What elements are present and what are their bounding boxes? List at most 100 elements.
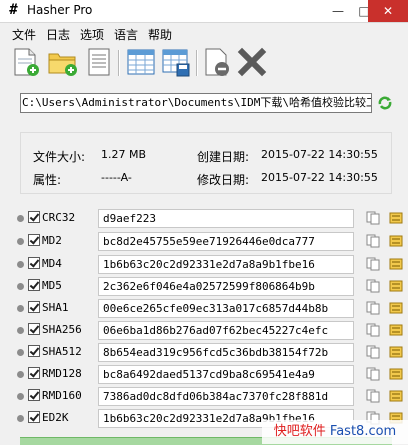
toolbar-separator: [196, 50, 198, 76]
window-title: Hasher Pro: [27, 3, 93, 17]
compare-button[interactable]: [389, 345, 403, 359]
algorithm-checkbox[interactable]: [28, 257, 40, 269]
file-path-field[interactable]: C:\Users\Administrator\Documents\IDM下载\哈…: [20, 93, 372, 113]
created-date-value: 2015-07-22 14:30:55: [261, 148, 378, 161]
menu-language[interactable]: 语言: [114, 26, 138, 43]
toolbar: [0, 44, 408, 82]
compare-button[interactable]: [389, 323, 403, 337]
copy-button[interactable]: [366, 279, 380, 293]
algorithm-checkbox[interactable]: [28, 211, 40, 223]
close-file-button[interactable]: [236, 46, 268, 78]
copy-icon: [366, 345, 380, 359]
compare-button[interactable]: [389, 211, 403, 225]
minimize-icon: —: [332, 4, 344, 18]
hash-value-field[interactable]: 2c362e6f046e4a02572599f806864b9b: [98, 277, 354, 296]
copy-button[interactable]: [366, 367, 380, 381]
compare-button[interactable]: [389, 257, 403, 271]
created-date-label: 创建日期:: [197, 150, 250, 164]
hash-row: SHA1 00e6ce265cfe09ec313a017c6857d44b8b: [14, 298, 408, 320]
save-table-icon: [162, 49, 190, 77]
algorithm-label: SHA256: [42, 323, 82, 336]
hash-value-field[interactable]: 8b654ead319c956fcd5c36bdb38154f72b: [98, 343, 354, 362]
modified-date-label: 修改日期:: [197, 173, 250, 187]
table-icon: [127, 49, 155, 75]
new-file-button[interactable]: [10, 46, 42, 78]
compare-icon: [389, 324, 403, 336]
refresh-button[interactable]: [377, 95, 393, 111]
status-dot: [17, 261, 24, 268]
document-button[interactable]: [83, 46, 115, 78]
compare-button[interactable]: [389, 301, 403, 315]
watermark: 快吧软件 Fast8.com: [262, 420, 408, 444]
status-dot: [17, 415, 24, 422]
algorithm-checkbox[interactable]: [28, 367, 40, 379]
compare-icon: [389, 346, 403, 358]
table-button[interactable]: [125, 46, 157, 78]
hash-row: SHA256 06e6ba1d86b276ad07f62bec45227c4efc: [14, 320, 408, 342]
remove-button[interactable]: [201, 46, 233, 78]
attributes-value: -----A-: [101, 171, 132, 184]
compare-button[interactable]: [389, 234, 403, 248]
hash-value-field[interactable]: 06e6ba1d86b276ad07f62bec45227c4efc: [98, 321, 354, 340]
hash-value-field[interactable]: bc8a6492daed5137cd9ba8c69541e4a9: [98, 365, 354, 384]
copy-button[interactable]: [366, 389, 380, 403]
algorithm-checkbox[interactable]: [28, 323, 40, 335]
menu-bar: 文件 日志 选项 语言 帮助: [0, 23, 408, 43]
hash-value-field[interactable]: bc8d2e45755e59ee71926446e0dca777: [98, 232, 354, 251]
copy-button[interactable]: [366, 211, 380, 225]
algorithm-label: MD5: [42, 279, 62, 292]
hash-row: SHA512 8b654ead319c956fcd5c36bdb38154f72b: [14, 342, 408, 364]
minimize-button[interactable]: —: [324, 0, 352, 22]
compare-icon: [389, 302, 403, 314]
status-dot: [17, 215, 24, 222]
copy-button[interactable]: [366, 301, 380, 315]
compare-button[interactable]: [389, 389, 403, 403]
copy-icon: [366, 279, 380, 293]
copy-button[interactable]: [366, 257, 380, 271]
hash-value-field[interactable]: d9aef223: [98, 209, 354, 228]
compare-icon: [389, 368, 403, 380]
algorithm-label: SHA1: [42, 301, 69, 314]
close-x-icon: [237, 47, 267, 77]
hash-value-field[interactable]: 7386ad0dc8dfd06b384ac7370fc28f881d: [98, 387, 354, 406]
menu-log[interactable]: 日志: [46, 26, 70, 43]
copy-icon: [366, 234, 380, 248]
title-bar: # Hasher Pro — □ ✕: [0, 0, 408, 23]
open-folder-button[interactable]: [47, 46, 79, 78]
compare-button[interactable]: [389, 367, 403, 381]
menu-help[interactable]: 帮助: [148, 26, 172, 43]
compare-button[interactable]: [389, 279, 403, 293]
size-label: 文件大小:: [33, 150, 86, 164]
copy-button[interactable]: [366, 323, 380, 337]
hash-row: MD4 1b6b63c20c2d92331e2d7a8a9b1fbe16: [14, 254, 408, 276]
algorithm-label: RMD160: [42, 389, 82, 402]
compare-icon: [389, 212, 403, 224]
status-dot: [17, 327, 24, 334]
save-table-button[interactable]: [160, 46, 192, 78]
menu-file[interactable]: 文件: [12, 26, 36, 43]
open-folder-icon: [48, 53, 77, 76]
copy-button[interactable]: [366, 345, 380, 359]
algorithm-checkbox[interactable]: [28, 411, 40, 423]
watermark-en: Fast8.com: [329, 424, 397, 439]
hash-row: RMD160 7386ad0dc8dfd06b384ac7370fc28f881d: [14, 386, 408, 408]
algorithm-checkbox[interactable]: [28, 279, 40, 291]
algorithm-checkbox[interactable]: [28, 301, 40, 313]
algorithm-checkbox[interactable]: [28, 345, 40, 357]
status-dot: [17, 238, 24, 245]
remove-icon: [205, 48, 229, 76]
menu-options[interactable]: 选项: [80, 26, 104, 43]
status-dot: [17, 283, 24, 290]
status-dot: [17, 305, 24, 312]
file-info-panel: 文件大小: 1.27 MB 属性: -----A- 创建日期: 2015-07-…: [20, 132, 392, 194]
compare-icon: [389, 390, 403, 402]
hash-value-field[interactable]: 00e6ce265cfe09ec313a017c6857d44b8b: [98, 299, 354, 318]
hash-value-field[interactable]: 1b6b63c20c2d92331e2d7a8a9b1fbe16: [98, 255, 354, 274]
algorithm-checkbox[interactable]: [28, 389, 40, 401]
algorithm-label: ED2K: [42, 411, 69, 424]
close-button[interactable]: ✕: [368, 0, 408, 22]
document-icon: [88, 48, 110, 76]
copy-icon: [366, 367, 380, 381]
algorithm-checkbox[interactable]: [28, 234, 40, 246]
copy-button[interactable]: [366, 234, 380, 248]
